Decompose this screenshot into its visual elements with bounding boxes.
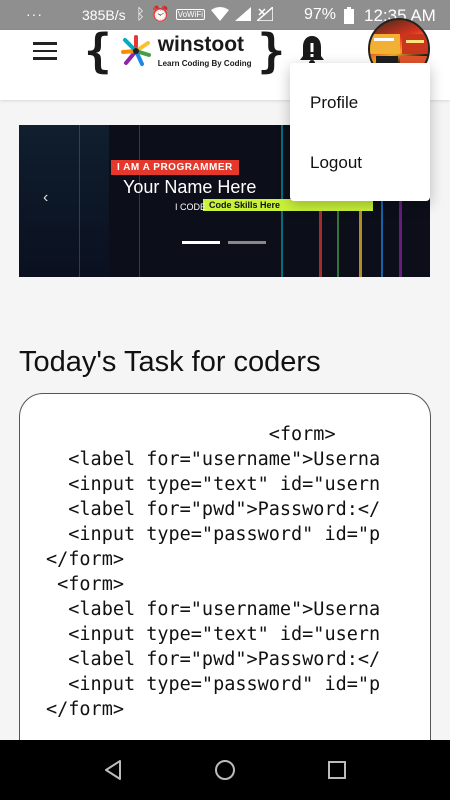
brand-logo[interactable]: { winstoot Learn Coding By Coding }	[84, 26, 285, 76]
banner-headline: Your Name Here	[123, 177, 257, 197]
wifi-icon	[211, 7, 230, 21]
logo-right-brace: }	[257, 24, 286, 78]
home-icon[interactable]	[213, 758, 237, 782]
back-icon[interactable]	[102, 758, 126, 782]
notification-bell-icon[interactable]	[298, 34, 326, 66]
brand-name: winstoot	[157, 33, 245, 56]
code-card: <form> <label for="username">Userna <inp…	[19, 393, 431, 793]
logo-left-brace: {	[84, 24, 112, 78]
code-snippet: <form> <label for="username">Userna <inp…	[46, 424, 381, 720]
carousel-indicator-1[interactable]	[182, 241, 220, 244]
recents-icon[interactable]	[325, 758, 349, 782]
carousel-indicator-2[interactable]	[228, 241, 266, 244]
vowifi-icon: VoWiFi	[175, 8, 206, 20]
status-icons: ᛒ ⏰ VoWiFi	[136, 5, 274, 23]
brand-tagline: Learn Coding By Coding	[157, 59, 252, 68]
winstoot-logo-icon	[120, 35, 151, 66]
battery-level: 97%	[304, 6, 337, 23]
bluetooth-icon: ᛒ	[136, 5, 146, 23]
battery-icon	[344, 7, 354, 24]
banner-skills-text: Code Skills Here	[209, 200, 281, 210]
banner-i-code: I CODE	[175, 202, 207, 212]
menu-item-profile[interactable]: Profile	[310, 93, 358, 113]
menu-icon[interactable]	[33, 42, 57, 62]
alarm-icon: ⏰	[151, 6, 170, 23]
system-nav-bar	[0, 740, 450, 800]
task-title: Today's Task for coders	[19, 346, 321, 378]
notification-dots: ···	[26, 6, 43, 22]
network-speed: 385B/s	[82, 7, 126, 23]
no-signal-icon	[257, 7, 274, 21]
user-menu: Profile Logout	[290, 63, 430, 201]
chevron-left-icon[interactable]: ‹	[43, 189, 48, 207]
signal-icon	[235, 7, 252, 21]
menu-item-logout[interactable]: Logout	[310, 153, 362, 173]
banner-tag: I AM A PROGRAMMER	[111, 160, 239, 175]
